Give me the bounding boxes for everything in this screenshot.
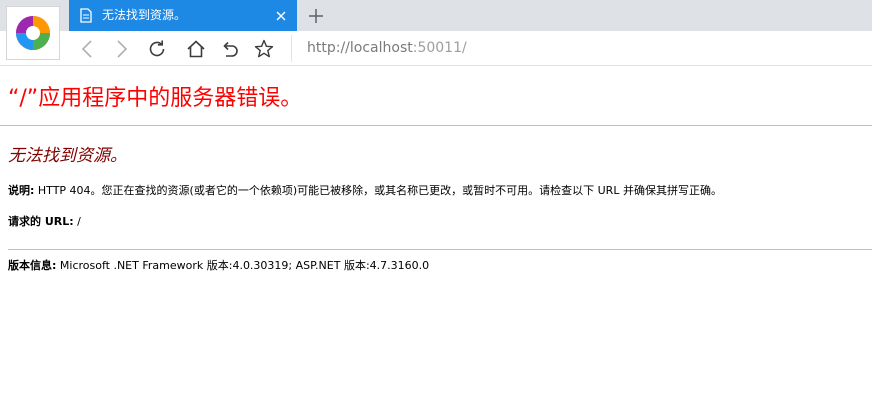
divider <box>0 125 872 126</box>
plus-icon[interactable] <box>305 5 327 27</box>
close-icon[interactable] <box>274 8 288 22</box>
requested-url-label: 请求的 URL: <box>8 215 74 228</box>
reload-icon[interactable] <box>146 38 168 60</box>
page-title: “/”应用程序中的服务器错误。 <box>8 86 303 111</box>
divider <box>8 249 872 250</box>
back-arrow-icon[interactable] <box>77 38 99 60</box>
undo-icon[interactable] <box>219 38 241 60</box>
document-icon <box>80 8 92 27</box>
address-port: :50011/ <box>412 40 467 56</box>
address-bar[interactable]: http://localhost:50011/ <box>299 36 859 60</box>
tab-title: 无法找到资源。 <box>102 8 187 22</box>
toolbar-divider <box>291 35 292 62</box>
version-value: Microsoft .NET Framework 版本:4.0.30319; A… <box>56 259 430 272</box>
description-label: 说明: <box>8 184 35 197</box>
description-text: HTTP 404。您正在查找的资源(或者它的一个依赖项)可能已被移除，或其名称已… <box>34 184 722 197</box>
requested-url: 请求的 URL: / <box>8 214 81 230</box>
forward-arrow-icon[interactable] <box>110 38 132 60</box>
browser-logo-icon[interactable] <box>6 6 60 60</box>
version-label: 版本信息: <box>8 259 57 272</box>
star-icon[interactable] <box>253 38 275 60</box>
address-host: http://localhost <box>307 40 413 56</box>
version-info: 版本信息: Microsoft .NET Framework 版本:4.0.30… <box>8 258 429 274</box>
error-description: 说明: HTTP 404。您正在查找的资源(或者它的一个依赖项)可能已被移除，或… <box>8 183 722 199</box>
requested-url-value: / <box>73 215 81 228</box>
home-icon[interactable] <box>185 38 207 60</box>
tab-active[interactable]: 无法找到资源。 <box>69 0 297 31</box>
error-subtitle: 无法找到资源。 <box>8 146 127 166</box>
